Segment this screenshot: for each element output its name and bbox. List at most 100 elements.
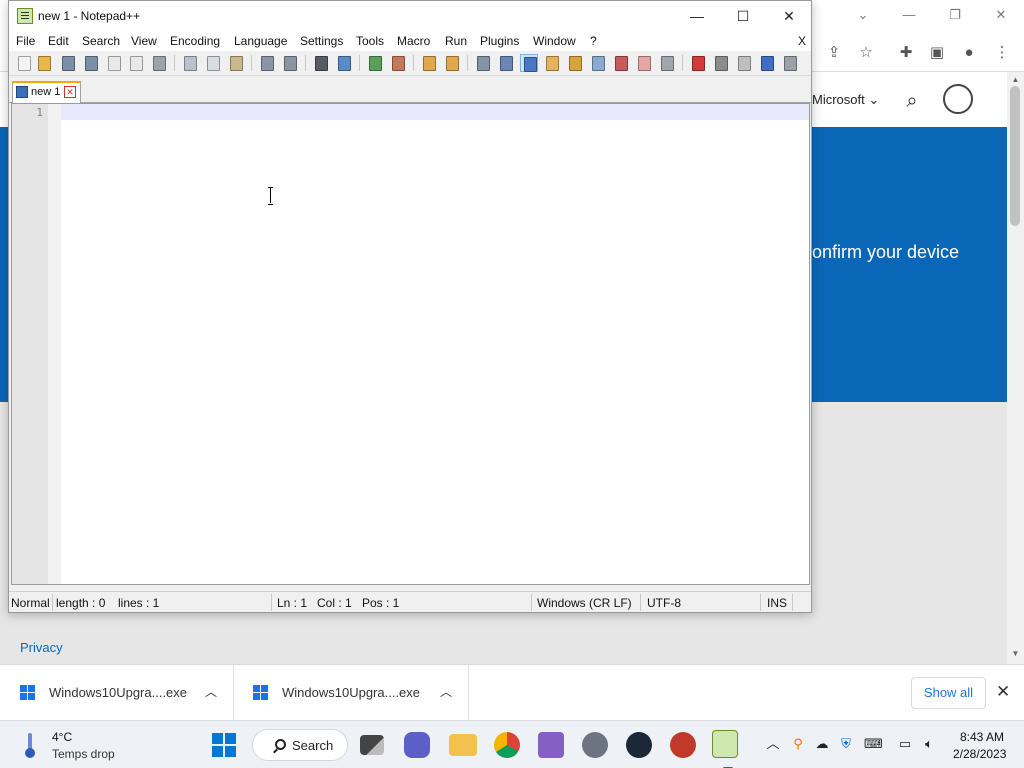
menu-run[interactable]: Run <box>445 34 467 48</box>
chevron-up-icon[interactable]: ︿ <box>440 683 452 700</box>
scroll-thumb[interactable] <box>1010 86 1020 226</box>
status-encoding[interactable]: UTF-8 <box>647 596 681 610</box>
run-macro-multiple-icon[interactable] <box>758 54 776 72</box>
browser-minimize-button[interactable]: — <box>886 4 932 26</box>
chrome-icon[interactable] <box>494 732 520 758</box>
clock-time[interactable]: 8:43 AM <box>960 730 1004 744</box>
start-button-icon[interactable] <box>212 733 236 757</box>
dev-cpp-icon[interactable] <box>670 732 696 758</box>
close-button[interactable]: ✕ <box>766 1 812 31</box>
menu-edit[interactable]: Edit <box>48 34 69 48</box>
monitoring-icon[interactable] <box>658 54 676 72</box>
steam-icon[interactable] <box>626 732 652 758</box>
search-icon[interactable]: ⌕ <box>897 86 927 116</box>
bookmark-star-icon[interactable]: ☆ <box>855 42 877 64</box>
redo-icon[interactable] <box>281 54 299 72</box>
save-icon[interactable] <box>59 54 77 72</box>
share-icon[interactable]: ⇪ <box>823 42 845 64</box>
menu-settings[interactable]: Settings <box>300 34 343 48</box>
profile-icon[interactable]: ● <box>958 42 980 64</box>
maximize-button[interactable]: ☐ <box>720 1 766 31</box>
save-all-icon[interactable] <box>82 54 100 72</box>
cloud-offline-icon[interactable]: ☁ <box>813 735 831 753</box>
zoom-out-icon[interactable] <box>389 54 407 72</box>
menu-plugins[interactable]: Plugins <box>480 34 519 48</box>
undo-icon[interactable] <box>258 54 276 72</box>
chevron-up-icon[interactable]: ︿ <box>205 683 217 700</box>
close-icon[interactable]: ✕ <box>996 682 1010 702</box>
title-bar[interactable]: new 1 - Notepad++ — ☐ ✕ <box>9 1 811 31</box>
record-macro-icon[interactable] <box>689 54 707 72</box>
side-panel-icon[interactable]: ▣ <box>926 42 948 64</box>
open-file-icon[interactable] <box>35 54 53 72</box>
user-language-icon[interactable] <box>543 54 561 72</box>
close-file-icon[interactable] <box>105 54 123 72</box>
keyboard-icon[interactable]: ⌨ <box>864 735 883 753</box>
search-tool-icon[interactable]: ⚲ <box>789 735 807 753</box>
extensions-icon[interactable]: ✚ <box>895 42 917 64</box>
task-view-icon[interactable] <box>360 735 384 755</box>
weather-condition[interactable]: Temps drop <box>52 747 115 761</box>
network-icon[interactable]: ▭ <box>896 735 914 753</box>
sync-horizontal-icon[interactable] <box>443 54 461 72</box>
teams-chat-icon[interactable] <box>404 732 430 758</box>
taskbar-search[interactable]: Search <box>252 729 348 761</box>
more-menu-icon[interactable]: ⋮ <box>991 42 1013 64</box>
function-list-icon[interactable] <box>612 54 630 72</box>
show-all-chars-icon[interactable] <box>497 54 515 72</box>
security-shield-icon[interactable]: ⛨ <box>837 735 855 753</box>
notepadpp-taskbar-icon[interactable] <box>712 730 738 768</box>
replace-icon[interactable] <box>335 54 353 72</box>
visual-studio-icon[interactable] <box>538 732 564 758</box>
download-item[interactable]: Windows10Upgra....exe ︿ <box>0 665 234 721</box>
folder-workspace-icon[interactable] <box>635 54 653 72</box>
copy-icon[interactable] <box>204 54 222 72</box>
account-icon[interactable] <box>943 84 973 114</box>
save-macro-icon[interactable] <box>781 54 799 72</box>
browser-scrollbar[interactable]: ▲ ▼ <box>1007 72 1024 664</box>
show-all-button[interactable]: Show all <box>911 677 986 709</box>
document-list-icon[interactable] <box>589 54 607 72</box>
scroll-down-icon[interactable]: ▼ <box>1009 648 1022 660</box>
zoom-in-icon[interactable] <box>366 54 384 72</box>
tab-close-icon[interactable]: ✕ <box>64 86 76 98</box>
play-macro-icon[interactable] <box>735 54 753 72</box>
download-item[interactable]: Windows10Upgra....exe ︿ <box>235 665 469 721</box>
volume-icon[interactable]: 🔈︎ <box>920 735 938 753</box>
text-area[interactable] <box>61 120 809 584</box>
current-line-highlight[interactable] <box>61 104 809 120</box>
menu-window[interactable]: Window <box>533 34 576 48</box>
sync-vertical-icon[interactable] <box>420 54 438 72</box>
clock-date[interactable]: 2/28/2023 <box>953 747 1006 761</box>
tab-new-1[interactable]: new 1 ✕ <box>12 81 81 103</box>
microsoft-link[interactable]: Microsoft ⌄ <box>812 92 879 108</box>
status-eol[interactable]: Windows (CR LF) <box>537 596 632 610</box>
scroll-up-icon[interactable]: ▲ <box>1009 74 1022 86</box>
minimize-button[interactable]: — <box>674 1 720 31</box>
fold-margin[interactable] <box>48 104 61 584</box>
editor-area[interactable]: 1 <box>11 103 810 585</box>
chevron-down-icon[interactable]: ⌄ <box>840 4 886 26</box>
menu-help[interactable]: ? <box>590 34 597 48</box>
menu-tools[interactable]: Tools <box>356 34 384 48</box>
print-icon[interactable] <box>150 54 168 72</box>
browser-close-button[interactable]: ✕ <box>978 4 1024 26</box>
settings-gear-icon[interactable] <box>582 732 608 758</box>
paste-icon[interactable] <box>227 54 245 72</box>
indent-guide-icon[interactable] <box>520 54 538 72</box>
find-icon[interactable] <box>312 54 330 72</box>
menu-language[interactable]: Language <box>234 34 287 48</box>
document-map-icon[interactable] <box>566 54 584 72</box>
menu-macro[interactable]: Macro <box>397 34 430 48</box>
menu-search[interactable]: Search <box>82 34 120 48</box>
menu-encoding[interactable]: Encoding <box>170 34 220 48</box>
menu-view[interactable]: View <box>131 34 157 48</box>
menu-file[interactable]: File <box>16 34 35 48</box>
thermometer-icon[interactable] <box>20 731 40 759</box>
cut-icon[interactable] <box>181 54 199 72</box>
new-file-icon[interactable] <box>15 54 33 72</box>
close-document-button[interactable]: X <box>798 34 806 48</box>
browser-restore-button[interactable]: ❐ <box>932 4 978 26</box>
word-wrap-icon[interactable] <box>474 54 492 72</box>
chevron-up-icon[interactable]: ︿ <box>764 735 782 753</box>
